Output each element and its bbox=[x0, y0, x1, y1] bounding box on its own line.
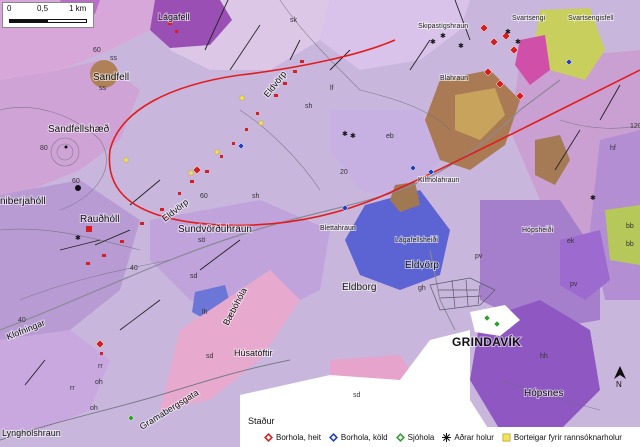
legend-item-hot-borehole: Borhola, heit bbox=[264, 432, 321, 442]
label-kilfholahraun: Kílfholahraun bbox=[418, 177, 459, 184]
north-arrow-icon bbox=[614, 366, 626, 379]
legend-item-research-plots: Borteigar fyrir rannsóknarholur bbox=[502, 433, 622, 442]
legend-label-cold-borehole: Borhola, köld bbox=[340, 432, 388, 442]
contour-label-7: 40 bbox=[130, 265, 138, 272]
label-eldvorp-center: Eldvörp bbox=[405, 260, 439, 271]
legend-label-research-plots: Borteigar fyrir rannsóknarholur bbox=[513, 432, 622, 442]
unit-rr-2: rr bbox=[70, 385, 75, 392]
label-svartsengisfell: Svartsengisfell bbox=[568, 15, 614, 22]
label-blettahraun: Blettahraun bbox=[320, 225, 356, 232]
cold-borehole-icon bbox=[328, 432, 338, 442]
unit-ek: ek bbox=[567, 238, 575, 245]
unit-ss-1: ss bbox=[110, 55, 118, 62]
scale-label-half: 0,5 bbox=[37, 4, 49, 13]
unit-sd-2: sd bbox=[206, 353, 214, 360]
unit-oh-1: oh bbox=[95, 379, 103, 386]
asterisk-icon bbox=[442, 432, 452, 442]
svg-text:✱: ✱ bbox=[350, 132, 356, 140]
label-sandfellshaed: Sandfellshæð bbox=[48, 123, 110, 135]
legend-item-sea-hole: Sjóhola bbox=[395, 432, 435, 442]
unit-sh-1: sh bbox=[305, 103, 313, 110]
label-nibergsholl: niberjahóll bbox=[0, 196, 46, 207]
unit-hf: hf bbox=[610, 145, 616, 152]
svg-text:✱: ✱ bbox=[75, 234, 81, 242]
svg-text:✱: ✱ bbox=[505, 28, 511, 36]
sea-hole-icon bbox=[395, 432, 405, 442]
north-arrow: N bbox=[612, 366, 628, 390]
yellow-square-icon bbox=[502, 433, 511, 441]
contour-label-1: 60 bbox=[93, 47, 101, 54]
unit-rr-1: rr bbox=[98, 363, 103, 370]
unit-lf: lf bbox=[330, 85, 334, 92]
label-husatoftir: Húsatóftir bbox=[234, 348, 273, 358]
legend-item-cold-borehole: Borhola, köld bbox=[328, 432, 388, 442]
legend-label-other-holes: Aðrar holur bbox=[454, 432, 494, 442]
sandfellshaed-summit bbox=[64, 145, 68, 149]
svg-text:✱: ✱ bbox=[590, 194, 596, 202]
svg-text:✱: ✱ bbox=[342, 130, 348, 138]
label-lagafell: Lágafell bbox=[158, 12, 190, 22]
label-lyngholshraun: Lyngholshraun bbox=[2, 428, 61, 438]
unit-sd-1: sd bbox=[190, 273, 198, 280]
unit-hh: hh bbox=[540, 353, 548, 360]
geological-map: ✱✱ ✱ ✱✱✱ ✱✱✱ Lágafell Sandfell Sandfellsh… bbox=[0, 0, 640, 447]
unit-so: sö bbox=[198, 237, 206, 244]
svg-text:✱: ✱ bbox=[515, 38, 521, 46]
unit-sd-3: sd bbox=[353, 392, 361, 399]
contour-label-3: 60 bbox=[200, 193, 208, 200]
label-sandfell: Sandfell bbox=[93, 72, 129, 83]
label-lagafellsheidi: Lágafellsheiði bbox=[395, 236, 438, 244]
label-skipastigshraun: Skipastígshraun bbox=[418, 23, 468, 30]
contour-label-8: 120 bbox=[630, 123, 640, 130]
unit-pv-2: pv bbox=[570, 281, 578, 288]
unit-oh-2: oh bbox=[90, 405, 98, 412]
unit-sk: sk bbox=[290, 17, 298, 24]
contour-label-6: 60 bbox=[72, 178, 80, 185]
scale-bar: 0 0,5 1 km bbox=[2, 2, 94, 28]
contour-label-2: 40 bbox=[18, 317, 26, 324]
label-blahraun: Blahraun bbox=[440, 75, 468, 82]
unit-ss-2: ss bbox=[99, 85, 107, 92]
unit-bb-1: bb bbox=[626, 223, 634, 230]
sandfellshaed-marker bbox=[75, 185, 81, 191]
svg-text:✱: ✱ bbox=[458, 42, 464, 50]
label-sundvordhraun: Sundvörðuhraun bbox=[178, 223, 252, 235]
label-svartsengi: Svartsengi bbox=[512, 15, 546, 22]
contour-label-4: 80 bbox=[40, 145, 48, 152]
unit-bb-2: bb bbox=[626, 241, 634, 248]
scale-label-0: 0 bbox=[7, 4, 12, 13]
svg-text:✱: ✱ bbox=[430, 38, 436, 46]
unit-pv-1: pv bbox=[475, 253, 483, 260]
map-legend: Borhola, heit Borhola, köld Sjóhola Aðra… bbox=[260, 427, 640, 447]
scale-bar-graphic bbox=[9, 19, 87, 23]
hot-borehole-icon bbox=[264, 432, 273, 442]
label-raudholl: Rauðhóll bbox=[80, 213, 119, 225]
unit-lh: lh bbox=[202, 309, 208, 316]
green-lava-east bbox=[605, 205, 640, 265]
legend-label-hot-borehole: Borhola, heit bbox=[276, 432, 321, 442]
label-hopsheidi: Hópsheiði bbox=[522, 226, 554, 234]
svg-text:✱: ✱ bbox=[440, 32, 446, 40]
legend-label-sea-hole: Sjóhola bbox=[407, 432, 435, 442]
north-label: N bbox=[616, 380, 622, 389]
contour-label-5: 20 bbox=[340, 169, 348, 176]
legend-item-other-holes: Aðrar holur bbox=[442, 432, 494, 442]
label-grindavik: GRINDAVÍK bbox=[452, 334, 521, 349]
unit-sh-2: sh bbox=[252, 193, 260, 200]
unit-eb: eb bbox=[386, 133, 394, 140]
label-eldborg: Eldborg bbox=[342, 282, 376, 293]
scale-label-1km: 1 km bbox=[69, 4, 87, 13]
label-stadur: Staður bbox=[248, 416, 275, 426]
unit-gh: gh bbox=[418, 285, 426, 292]
label-hopsnes: Hópsnes bbox=[524, 388, 563, 399]
